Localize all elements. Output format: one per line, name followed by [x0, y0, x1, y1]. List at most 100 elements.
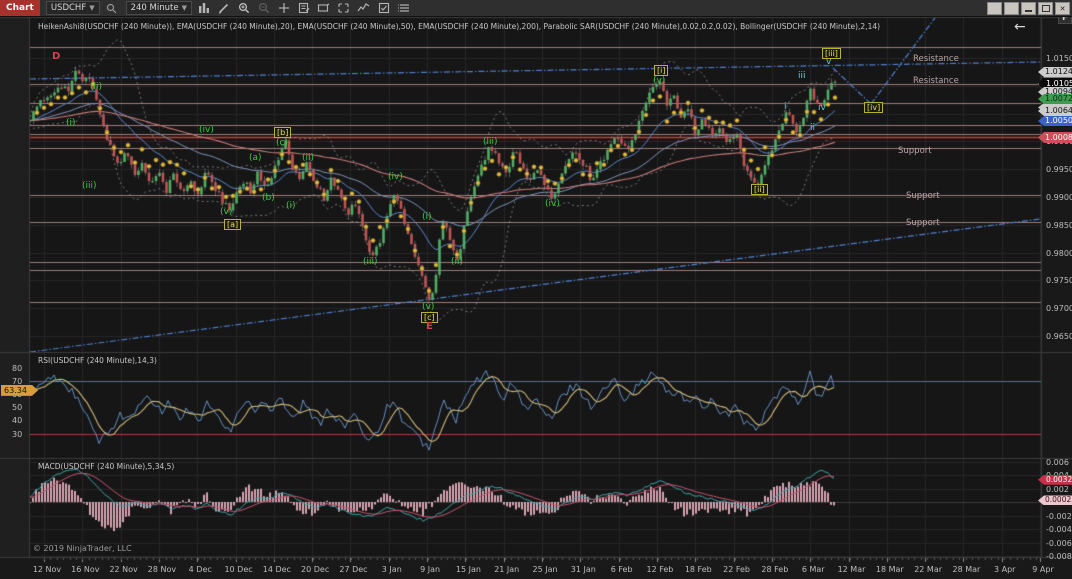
time-axis-tick: 3 Jan [375, 565, 409, 574]
rsi-axis-tick: 40 [12, 416, 22, 425]
zoom-out-icon[interactable] [256, 2, 272, 15]
copyright-text: © 2019 NinjaTrader, LLC [33, 544, 132, 553]
resistance-label: Resistance [913, 76, 959, 86]
rsi-axis-tick: 70 [12, 377, 22, 386]
macd-axis-tick: 0.002 [1046, 485, 1069, 494]
interval-dropdown[interactable]: 240 Minute ▼ [126, 1, 192, 15]
indicator-bar: HeikenAshi8(USDCHF (240 Minute)), EMA(US… [38, 22, 880, 31]
crosshair-icon[interactable] [276, 2, 292, 15]
alert-icon[interactable] [316, 2, 332, 15]
time-axis-tick: 6 Feb [605, 565, 639, 574]
chevron-down-icon: ▼ [182, 2, 187, 14]
time-axis-tick: 4 Dec [183, 565, 217, 574]
price-axis-tick: 0.96500 [1046, 332, 1072, 341]
rsi-value-badge: 63.34 [1, 385, 38, 396]
wave-label-ii: (ii) [90, 83, 102, 92]
title-bar: Chart USDCHF ▼ 240 Minute ▼ [0, 0, 1072, 17]
macd-axis-tick: -0.008 [1046, 552, 1072, 561]
dock-button[interactable] [987, 2, 1002, 15]
time-axis-tick: 9 Jan [413, 565, 447, 574]
wave-label-iv: (iv) [199, 126, 214, 135]
restore-button[interactable] [1038, 2, 1053, 15]
wave-label-iii: (iii) [82, 182, 97, 191]
time-axis-tick: 21 Jan [490, 565, 524, 574]
time-axis-tick: 3 Apr [988, 565, 1022, 574]
chart-canvas[interactable] [0, 0, 1072, 579]
strategies-icon[interactable] [376, 2, 392, 15]
price-axis-tick: 0.97000 [1046, 304, 1072, 313]
window-controls: ✕ [987, 2, 1070, 15]
wave-label-iii: iii [798, 72, 806, 81]
time-axis-tick: 28 Feb [758, 565, 792, 574]
price-badge: 1.01242 [1038, 67, 1072, 77]
time-axis-tick: 20 Dec [298, 565, 332, 574]
wave-label-i: [i] [654, 65, 668, 76]
resistance-label: Resistance [913, 54, 959, 64]
time-axis-tick: 25 Jan [528, 565, 562, 574]
time-axis-tick: 12 Nov [30, 565, 64, 574]
minimize-button[interactable] [1021, 2, 1036, 15]
wave-label-i: i [784, 103, 787, 112]
rsi-axis-tick: 30 [12, 430, 22, 439]
instrument-label: USDCHF [51, 2, 86, 14]
time-axis-tick: 28 Nov [145, 565, 179, 574]
search-icon[interactable] [104, 2, 120, 15]
wave-label-v: (v) [653, 77, 665, 86]
time-axis-tick: 15 Jan [451, 565, 485, 574]
wave-label-ii: ii [810, 124, 815, 133]
time-axis-tick: 14 Dec [260, 565, 294, 574]
rsi-axis-tick: 50 [12, 403, 22, 412]
wave-label-b: [b] [274, 127, 291, 138]
time-axis-tick: 9 Apr [1026, 565, 1060, 574]
price-badge: 1.00509 [1038, 116, 1072, 126]
price-axis-tick: 0.98500 [1046, 221, 1072, 230]
price-badge: 1.00720 [1038, 94, 1072, 104]
wave-label-iii: [iii] [822, 48, 841, 59]
wave-label-iii: (iii) [363, 258, 378, 267]
indicators-icon[interactable] [356, 2, 372, 15]
support-label: Support [906, 218, 940, 228]
wave-label-ii: [ii] [751, 184, 768, 195]
support-label: Support [898, 146, 932, 156]
ninjatrader-chart-window: Chart USDCHF ▼ 240 Minute ▼ [0, 0, 1072, 579]
chart-style-icon[interactable] [196, 2, 212, 15]
price-axis-tick: 0.99500 [1046, 165, 1072, 174]
wave-label-iv: iv [818, 104, 826, 113]
rsi-axis-tick: 80 [12, 364, 22, 373]
properties-icon[interactable] [396, 2, 412, 15]
price-axis-tick: 0.99000 [1046, 193, 1072, 202]
wave-label-v: (v) [220, 208, 232, 217]
time-axis-tick: 27 Dec [336, 565, 370, 574]
price-badge: 1.00084 [1038, 132, 1072, 143]
chart-tab[interactable]: Chart [0, 0, 40, 16]
wave-label-ii: (ii) [302, 154, 314, 163]
wave-label-ii: (ii) [451, 258, 463, 267]
interval-label: 240 Minute [131, 2, 179, 14]
snapshot-icon[interactable] [336, 2, 352, 15]
wave-label-iii: (iii) [483, 138, 498, 147]
time-axis-tick: 10 Dec [222, 565, 256, 574]
macd-axis-tick: -0.002 [1046, 512, 1072, 521]
data-box-icon[interactable] [296, 2, 312, 15]
draw-icon[interactable] [216, 2, 232, 15]
back-arrow-icon[interactable]: ← [1014, 20, 1026, 34]
time-axis-tick: 12 Mar [835, 565, 869, 574]
price-axis-tick: 0.97500 [1046, 276, 1072, 285]
close-button[interactable]: ✕ [1055, 2, 1070, 15]
price-axis-tick: 0.98000 [1046, 249, 1072, 258]
time-axis-tick: 12 Feb [643, 565, 677, 574]
wave-label-i: (i) [66, 119, 76, 128]
wave-label-i: (i) [422, 213, 432, 222]
time-axis-tick: 22 Nov [107, 565, 141, 574]
zoom-in-icon[interactable] [236, 2, 252, 15]
time-axis-tick: 22 Mar [911, 565, 945, 574]
rsi-panel-label: RSI(USDCHF (240 Minute),14,3) [38, 356, 157, 365]
instrument-dropdown[interactable]: USDCHF ▼ [46, 1, 100, 15]
macd-axis-tick: 0.006 [1046, 458, 1069, 467]
wave-label-iv: [iv] [864, 102, 883, 113]
macd-value-badge: 0.00329 [1038, 475, 1072, 485]
wave-label-E: E [426, 322, 433, 331]
dock2-button[interactable] [1004, 2, 1019, 15]
chevron-down-icon: ▼ [89, 2, 94, 14]
wave-label-D: D [52, 52, 60, 61]
